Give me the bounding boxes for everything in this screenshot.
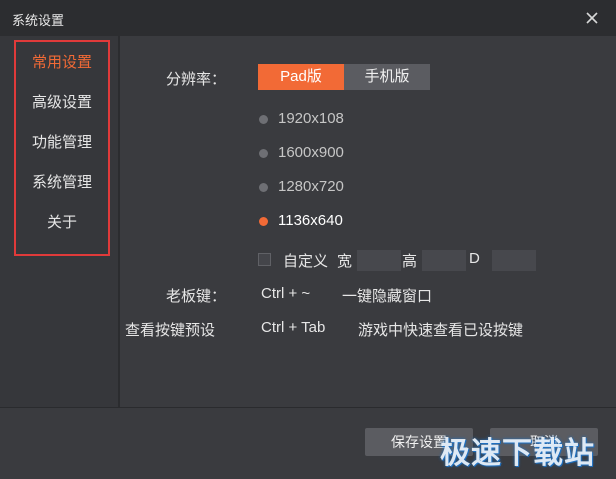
view-keys-label: 查看按键预设 — [125, 322, 216, 339]
sidebar-item-about[interactable]: 关于 — [14, 211, 110, 232]
close-icon — [586, 12, 598, 24]
sidebar-item-advanced-settings[interactable]: 高级设置 — [14, 91, 110, 112]
sidebar-item-common-settings[interactable]: 常用设置 — [14, 51, 110, 72]
view-keys-shortcut[interactable]: Ctrl + Tab — [261, 319, 325, 336]
close-button[interactable] — [578, 4, 606, 32]
sidebar-item-feature-management[interactable]: 功能管理 — [14, 131, 110, 152]
watermark-logo: 极速下载站 — [440, 437, 595, 470]
resolution-label: 分辨率： — [166, 71, 227, 88]
radio-label-1136[interactable]: 1136x640 — [278, 212, 343, 229]
sidebar-divider — [118, 36, 120, 407]
title-bar: 系统设置 — [0, 0, 616, 36]
resolution-tabs: Pad版 手机版 — [258, 64, 430, 90]
tab-mobile[interactable]: 手机版 — [344, 64, 430, 90]
width-label: 宽 — [337, 253, 353, 270]
width-input[interactable] — [357, 250, 401, 271]
radio-1920[interactable] — [259, 115, 268, 124]
tab-pad[interactable]: Pad版 — [258, 64, 344, 90]
boss-key-label: 老板键： — [166, 288, 227, 305]
height-input[interactable] — [422, 250, 466, 271]
custom-label: 自定义 — [283, 253, 329, 270]
radio-label-1280[interactable]: 1280x720 — [278, 178, 344, 195]
d-input[interactable] — [492, 250, 536, 271]
radio-label-1600[interactable]: 1600x900 — [278, 144, 344, 161]
d-label: D — [469, 250, 480, 267]
window-title: 系统设置 — [12, 13, 65, 28]
view-keys-description: 游戏中快速查看已设按键 — [358, 322, 524, 339]
radio-1600[interactable] — [259, 149, 268, 158]
boss-key-description: 一键隐藏窗口 — [342, 288, 433, 305]
radio-1280[interactable] — [259, 183, 268, 192]
boss-key-shortcut[interactable]: Ctrl + ~ — [261, 285, 310, 302]
radio-label-1920[interactable]: 1920x108 — [278, 110, 344, 127]
radio-1136[interactable] — [259, 217, 268, 226]
height-label: 高 — [402, 253, 418, 270]
custom-resolution-checkbox[interactable] — [258, 253, 271, 266]
sidebar-item-system-management[interactable]: 系统管理 — [14, 171, 110, 192]
